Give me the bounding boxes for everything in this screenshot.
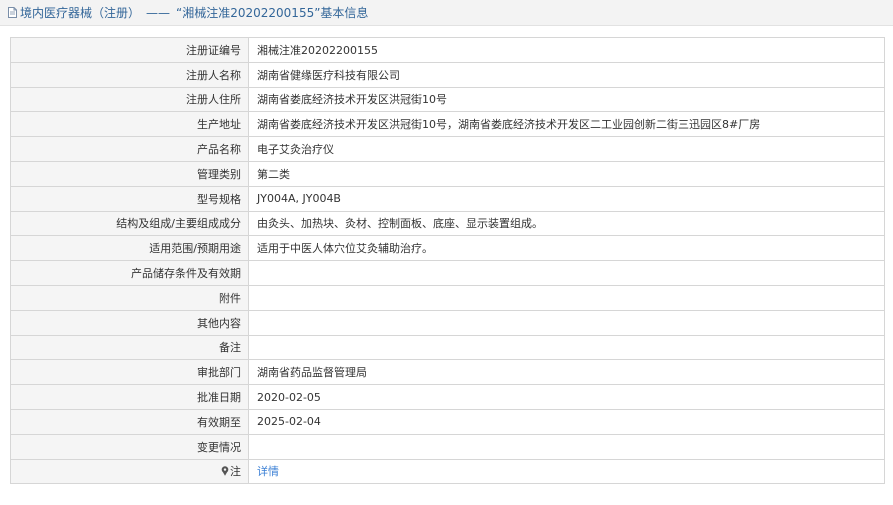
table-row: 审批部门 湖南省药品监督管理局 xyxy=(10,359,885,386)
table-row: 附件 xyxy=(10,284,885,311)
table-row: 适用范围/预期用途 适用于中医人体穴位艾灸辅助治疗。 xyxy=(10,235,885,262)
row-value xyxy=(248,284,885,311)
row-label: 适用范围/预期用途 xyxy=(10,235,249,262)
row-label: 结构及组成/主要组成成分 xyxy=(10,210,249,237)
row-label: 批准日期 xyxy=(10,384,249,410)
table-row: 生产地址 湖南省娄底经济技术开发区洪冠街10号，湖南省娄底经济技术开发区二工业园… xyxy=(10,111,885,138)
row-value: 第二类 xyxy=(248,160,885,187)
table-row: 注册人名称 湖南省健缘医疗科技有限公司 xyxy=(10,61,885,88)
row-value: 电子艾灸治疗仪 xyxy=(248,136,885,162)
table-row: 备注 xyxy=(10,334,885,361)
row-label: 管理类别 xyxy=(10,160,249,187)
table-row: 注册人住所 湖南省娄底经济技术开发区洪冠街10号 xyxy=(10,86,885,113)
row-label: 注册证编号 xyxy=(10,37,249,63)
row-label: 产品名称 xyxy=(10,136,249,162)
page-header: 境内医疗器械（注册） —— “湘械注准20202200155”基本信息 xyxy=(0,0,893,26)
note-label-cell: 注 xyxy=(10,458,249,485)
info-table: 注册证编号 湘械注准20202200155 注册人名称 湖南省健缘医疗科技有限公… xyxy=(10,37,885,485)
row-value: 适用于中医人体穴位艾灸辅助治疗。 xyxy=(248,235,885,262)
row-label: 注册人住所 xyxy=(10,86,249,113)
row-value xyxy=(248,309,885,336)
row-value xyxy=(248,260,885,286)
pin-icon xyxy=(221,466,229,477)
row-value xyxy=(248,433,885,460)
table-row: 批准日期 2020-02-05 xyxy=(10,384,885,410)
table-row: 产品名称 电子艾灸治疗仪 xyxy=(10,136,885,162)
header-title: 境内医疗器械（注册） xyxy=(20,6,141,20)
row-label: 型号规格 xyxy=(10,185,249,212)
note-value-cell: 详情 xyxy=(248,458,885,485)
table-row: 型号规格 JY004A, JY004B xyxy=(10,185,885,212)
row-label: 注册人名称 xyxy=(10,61,249,88)
document-icon xyxy=(8,7,17,18)
row-label: 其他内容 xyxy=(10,309,249,336)
row-value: 湖南省娄底经济技术开发区洪冠街10号，湖南省娄底经济技术开发区二工业园创新二街三… xyxy=(248,111,885,138)
table-row: 管理类别 第二类 xyxy=(10,160,885,187)
row-value xyxy=(248,334,885,361)
row-value: 湖南省药品监督管理局 xyxy=(248,359,885,386)
header-subtitle: “湘械注准20202200155”基本信息 xyxy=(176,6,369,20)
table-row: 产品储存条件及有效期 xyxy=(10,260,885,286)
details-link[interactable]: 详情 xyxy=(257,465,279,478)
row-value: 湘械注准20202200155 xyxy=(248,37,885,63)
row-label: 生产地址 xyxy=(10,111,249,138)
row-label: 审批部门 xyxy=(10,359,249,386)
row-label: 备注 xyxy=(10,334,249,361)
note-row: 注 详情 xyxy=(10,458,885,485)
row-value: 2025-02-04 xyxy=(248,408,885,435)
row-value: JY004A, JY004B xyxy=(248,185,885,212)
row-value: 由灸头、加热块、灸材、控制面板、底座、显示装置组成。 xyxy=(248,210,885,237)
table-row: 注册证编号 湘械注准20202200155 xyxy=(10,37,885,63)
table-row: 结构及组成/主要组成成分 由灸头、加热块、灸材、控制面板、底座、显示装置组成。 xyxy=(10,210,885,237)
header-separator: —— xyxy=(146,5,171,20)
table-row: 变更情况 xyxy=(10,433,885,460)
row-value: 2020-02-05 xyxy=(248,384,885,410)
row-label: 附件 xyxy=(10,284,249,311)
row-label: 变更情况 xyxy=(10,433,249,460)
row-label: 产品储存条件及有效期 xyxy=(10,260,249,286)
table-row: 有效期至 2025-02-04 xyxy=(10,408,885,435)
row-value: 湖南省娄底经济技术开发区洪冠街10号 xyxy=(248,86,885,113)
note-label: 注 xyxy=(230,465,241,479)
row-value: 湖南省健缘医疗科技有限公司 xyxy=(248,61,885,88)
table-row: 其他内容 xyxy=(10,309,885,336)
row-label: 有效期至 xyxy=(10,408,249,435)
